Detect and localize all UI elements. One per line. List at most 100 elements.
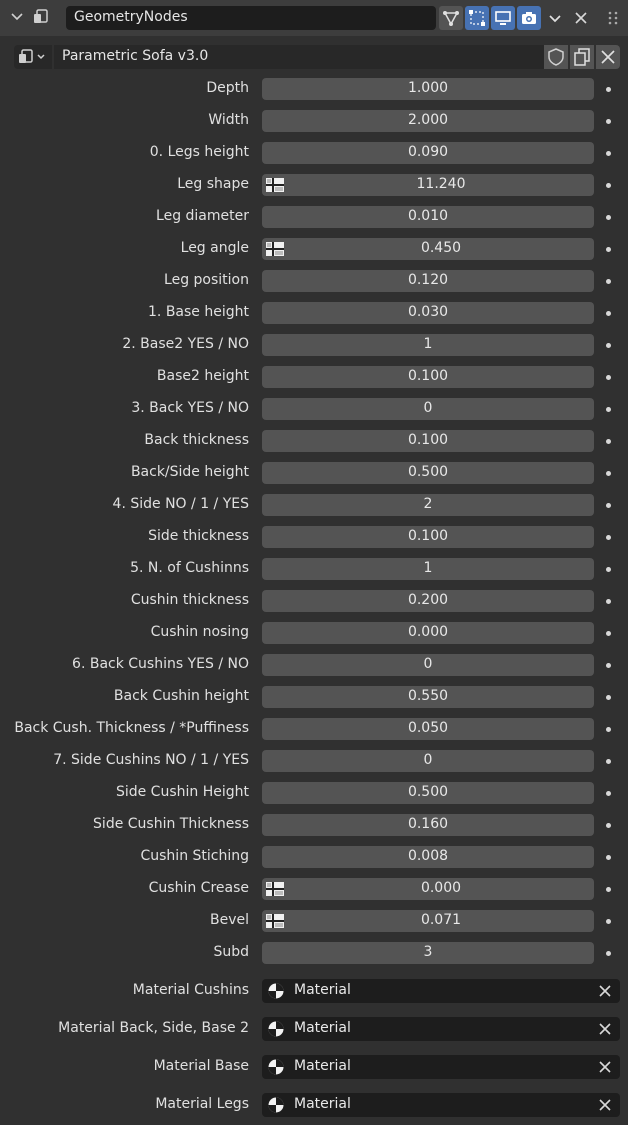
input-row: Back Cush. Thickness / *Puffiness 0.050 <box>0 718 628 740</box>
value-field[interactable]: 0.160 <box>262 814 594 836</box>
keyframe-dot-icon[interactable] <box>606 919 611 924</box>
keyframe-dot-icon[interactable] <box>606 311 611 316</box>
value-field[interactable]: 1 <box>262 558 594 580</box>
value-field[interactable]: 0 <box>262 750 594 772</box>
value-field[interactable]: 0.100 <box>262 430 594 452</box>
value-field[interactable]: 0.120 <box>262 270 594 292</box>
value-field[interactable]: 3 <box>262 942 594 964</box>
value-field[interactable]: 0.450 <box>262 238 594 260</box>
keyframe-dot-icon[interactable] <box>606 823 611 828</box>
modifier-extras-dropdown[interactable] <box>543 6 567 30</box>
value-text: 0.500 <box>407 464 449 480</box>
value-field[interactable]: 0.010 <box>262 206 594 228</box>
value-field[interactable]: 2 <box>262 494 594 516</box>
value-field[interactable]: 2.000 <box>262 110 594 132</box>
keyframe-dot-icon[interactable] <box>606 503 611 508</box>
input-label: Leg position <box>164 272 249 288</box>
unlink-button[interactable] <box>596 45 620 69</box>
keyframe-dot-icon[interactable] <box>606 87 611 92</box>
keyframe-dot-icon[interactable] <box>606 407 611 412</box>
input-label: 0. Legs height <box>149 144 249 160</box>
material-icon <box>267 1020 285 1038</box>
value-field[interactable]: 0.030 <box>262 302 594 324</box>
keyframe-dot-icon[interactable] <box>606 279 611 284</box>
material-field[interactable]: Material <box>262 1093 620 1117</box>
attribute-toggle-button[interactable] <box>264 912 286 930</box>
keyframe-dot-icon[interactable] <box>606 759 611 764</box>
material-field[interactable]: Material <box>262 1017 620 1041</box>
drag-handle-icon[interactable] <box>606 10 620 26</box>
input-label: Side thickness <box>148 528 249 544</box>
render-toggle[interactable] <box>517 6 541 30</box>
keyframe-dot-icon[interactable] <box>606 663 611 668</box>
attribute-toggle-button[interactable] <box>264 176 286 194</box>
value-field[interactable]: 0.500 <box>262 462 594 484</box>
value-field[interactable]: 0.050 <box>262 718 594 740</box>
value-field[interactable]: 0.500 <box>262 782 594 804</box>
keyframe-dot-icon[interactable] <box>606 119 611 124</box>
value-text: 0.450 <box>420 240 462 256</box>
keyframe-dot-icon[interactable] <box>606 535 611 540</box>
clear-material-icon[interactable] <box>599 1099 611 1111</box>
clear-material-icon[interactable] <box>599 985 611 997</box>
value-text: 0.090 <box>407 144 449 160</box>
value-field[interactable]: 0.100 <box>262 366 594 388</box>
keyframe-dot-icon[interactable] <box>606 471 611 476</box>
clear-material-icon[interactable] <box>599 1061 611 1073</box>
value-field[interactable]: 0.008 <box>262 846 594 868</box>
modifier-name-field[interactable]: GeometryNodes <box>66 6 436 30</box>
keyframe-dot-icon[interactable] <box>606 247 611 252</box>
value-field[interactable]: 1.000 <box>262 78 594 100</box>
value-field[interactable]: 0.550 <box>262 686 594 708</box>
viewport-toggle[interactable] <box>491 6 515 30</box>
clear-material-icon[interactable] <box>599 1023 611 1035</box>
keyframe-dot-icon[interactable] <box>606 439 611 444</box>
material-row: Material Back, Side, Base 2 Material <box>0 1017 628 1041</box>
input-label: Side Cushin Thickness <box>93 816 249 832</box>
value-field[interactable]: 0 <box>262 398 594 420</box>
value-field[interactable]: 0.000 <box>262 878 594 900</box>
chevron-down-icon[interactable] <box>10 10 24 24</box>
value-text: 0.120 <box>407 272 449 288</box>
node-tree-icon <box>443 11 459 26</box>
value-field[interactable]: 1 <box>262 334 594 356</box>
keyframe-dot-icon[interactable] <box>606 215 611 220</box>
material-field[interactable]: Material <box>262 979 620 1003</box>
keyframe-dot-icon[interactable] <box>606 951 611 956</box>
value-text: 0.160 <box>407 816 449 832</box>
value-field[interactable]: 0.071 <box>262 910 594 932</box>
node-group-name-field[interactable]: Parametric Sofa v3.0 <box>54 45 556 69</box>
attribute-toggle-button[interactable] <box>264 240 286 258</box>
attribute-toggle-button[interactable] <box>264 880 286 898</box>
keyframe-dot-icon[interactable] <box>606 183 611 188</box>
keyframe-dot-icon[interactable] <box>606 695 611 700</box>
value-field[interactable]: 0.090 <box>262 142 594 164</box>
input-row: Cushin nosing 0.000 <box>0 622 628 644</box>
keyframe-dot-icon[interactable] <box>606 855 611 860</box>
keyframe-dot-icon[interactable] <box>606 343 611 348</box>
edit-mode-toggle[interactable] <box>465 6 489 30</box>
duplicate-button[interactable] <box>570 45 594 69</box>
input-row: Width 2.000 <box>0 110 628 132</box>
value-field[interactable]: 0.100 <box>262 526 594 548</box>
keyframe-dot-icon[interactable] <box>606 599 611 604</box>
input-label: Subd <box>213 944 249 960</box>
keyframe-dot-icon[interactable] <box>606 375 611 380</box>
node-tree-type-dropdown[interactable] <box>14 45 52 69</box>
keyframe-dot-icon[interactable] <box>606 887 611 892</box>
fake-user-button[interactable] <box>544 45 568 69</box>
value-field[interactable]: 0.000 <box>262 622 594 644</box>
keyframe-dot-icon[interactable] <box>606 727 611 732</box>
value-field[interactable]: 0.200 <box>262 590 594 612</box>
value-field[interactable]: 0 <box>262 654 594 676</box>
node-tree-button[interactable] <box>439 6 463 30</box>
value-field[interactable]: 11.240 <box>262 174 594 196</box>
input-label: Bevel <box>209 912 249 928</box>
keyframe-dot-icon[interactable] <box>606 791 611 796</box>
close-icon[interactable] <box>573 10 589 26</box>
value-text: 1 <box>423 560 433 576</box>
material-field[interactable]: Material <box>262 1055 620 1079</box>
keyframe-dot-icon[interactable] <box>606 631 611 636</box>
keyframe-dot-icon[interactable] <box>606 567 611 572</box>
keyframe-dot-icon[interactable] <box>606 151 611 156</box>
